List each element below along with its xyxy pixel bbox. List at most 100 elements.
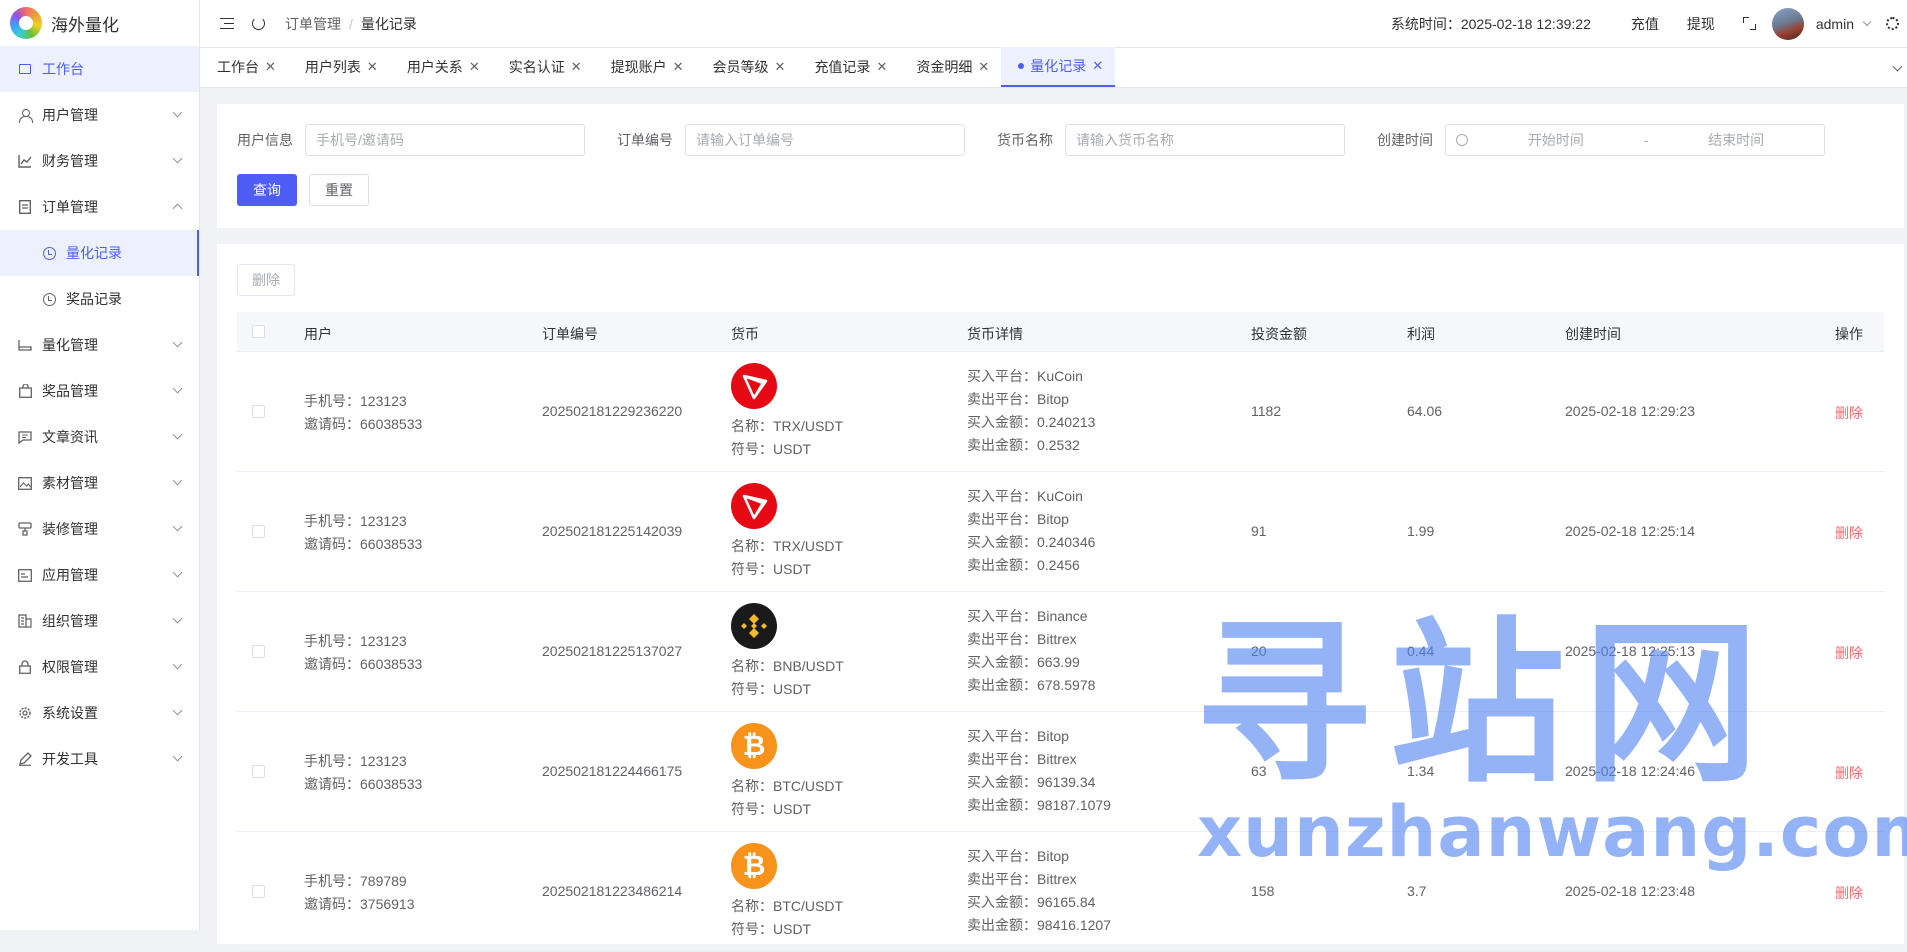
close-icon[interactable]: ✕ xyxy=(367,59,378,75)
bitcoin-icon: ₿ xyxy=(731,723,777,769)
close-icon[interactable]: ✕ xyxy=(265,59,276,75)
end-date-input[interactable]: 结束时间 xyxy=(1648,130,1824,150)
sidebar-item-quant-records[interactable]: 量化记录 xyxy=(0,230,199,276)
delete-link[interactable]: 删除 xyxy=(1835,403,1863,423)
delete-link[interactable]: 删除 xyxy=(1835,763,1863,783)
investment-amount: 63 xyxy=(1251,763,1267,779)
collapse-menu-icon[interactable] xyxy=(220,18,234,29)
sidebar-item-users[interactable]: 用户管理 xyxy=(0,92,199,138)
tab-label: 提现账户 xyxy=(610,59,667,75)
tab-quant-records[interactable]: 量化记录 ✕ xyxy=(1001,47,1116,87)
delete-link[interactable]: 删除 xyxy=(1835,643,1863,663)
close-icon[interactable]: ✕ xyxy=(775,59,786,75)
user-phone: 手机号：789789 xyxy=(304,873,407,889)
sidebar-item-finance[interactable]: 财务管理 xyxy=(0,138,199,184)
buy-platform: 买入平台：Bitop xyxy=(967,728,1069,744)
sidebar-item-prize-records[interactable]: 奖品记录 xyxy=(0,276,199,322)
query-button[interactable]: 查询 xyxy=(237,174,297,206)
row-checkbox[interactable] xyxy=(252,405,265,418)
bitcoin-icon: ₿ xyxy=(731,843,777,889)
close-icon[interactable]: ✕ xyxy=(571,59,582,75)
order-number-input[interactable] xyxy=(685,124,965,156)
chevron-down-icon xyxy=(172,429,183,440)
tabs-bar: 工作台 ✕ 用户列表 ✕ 用户关系 ✕ 实名认证 ✕ 提现账户 ✕ 会员等级 ✕ 充值记录 ✕… xyxy=(200,47,1907,88)
coin-symbol: 符号：USDT xyxy=(731,441,812,457)
coin-name: 名称：BTC/USDT xyxy=(731,898,843,914)
chevron-down-icon[interactable] xyxy=(1862,17,1872,26)
tab-member-levels[interactable]: 会员等级 ✕ xyxy=(696,47,798,87)
row-checkbox[interactable] xyxy=(252,765,265,778)
sidebar-item-prize-management[interactable]: 奖品管理 xyxy=(0,368,199,414)
profit: 3.7 xyxy=(1407,883,1427,899)
avatar[interactable] xyxy=(1771,7,1804,40)
tab-label: 用户关系 xyxy=(406,59,463,75)
row-checkbox[interactable] xyxy=(252,885,265,898)
sidebar-item-permissions[interactable]: 权限管理 xyxy=(0,644,199,690)
tab-dashboard[interactable]: 工作台 ✕ xyxy=(200,47,288,87)
recharge-link[interactable]: 充值 xyxy=(1631,14,1659,34)
app-logo[interactable]: 海外量化 xyxy=(0,0,199,46)
column-header: 用户 xyxy=(304,326,332,342)
user-icon xyxy=(18,108,33,123)
row-checkbox[interactable] xyxy=(252,645,265,658)
fullscreen-icon[interactable] xyxy=(1742,17,1756,30)
delete-link[interactable]: 删除 xyxy=(1835,883,1863,903)
tron-icon xyxy=(731,483,777,529)
close-icon[interactable]: ✕ xyxy=(978,59,989,75)
sidebar-item-quant-management[interactable]: 量化管理 xyxy=(0,322,199,368)
sidebar-item-settings[interactable]: 系统设置 xyxy=(0,690,199,736)
close-icon[interactable]: ✕ xyxy=(469,59,480,75)
sidebar-item-orders[interactable]: 订单管理 xyxy=(0,184,199,230)
delete-link[interactable]: 删除 xyxy=(1835,523,1863,543)
sidebar-item-label: 量化管理 xyxy=(42,337,98,353)
tab-real-name[interactable]: 实名认证 ✕ xyxy=(492,47,594,87)
coin-name: 名称：TRX/USDT xyxy=(731,538,843,554)
sidebar-item-articles[interactable]: 文章资讯 xyxy=(0,414,199,460)
withdraw-link[interactable]: 提现 xyxy=(1687,14,1715,34)
select-all-checkbox[interactable] xyxy=(252,325,265,338)
sidebar-item-organization[interactable]: 组织管理 xyxy=(0,598,199,644)
user-name[interactable]: admin xyxy=(1816,16,1854,32)
created-time: 2025-02-18 12:23:48 xyxy=(1565,883,1695,899)
app-title: 海外量化 xyxy=(51,15,119,35)
user-info-input[interactable] xyxy=(305,124,585,156)
sidebar-item-label: 应用管理 xyxy=(42,567,98,583)
tab-user-relations[interactable]: 用户关系 ✕ xyxy=(390,47,492,87)
sidebar: 海外量化 工作台 用户管理 财务管理 订单管理 量化记录 奖品记录 量化管理 奖… xyxy=(0,0,200,930)
sell-platform: 卖出平台：Bitop xyxy=(967,511,1069,527)
sidebar-item-decoration[interactable]: 装修管理 xyxy=(0,506,199,552)
coin-cell: 名称：BTC/USDT 符号：USDT xyxy=(731,895,843,941)
table-row: 手机号：789789 邀请码：3756913 20250218122348621… xyxy=(237,832,1884,952)
pen-icon xyxy=(18,752,32,766)
profit: 0.44 xyxy=(1407,643,1435,659)
sell-amount: 卖出金额：0.2456 xyxy=(967,557,1080,573)
lock-icon xyxy=(18,660,32,674)
row-checkbox[interactable] xyxy=(252,525,265,538)
sidebar-item-materials[interactable]: 素材管理 xyxy=(0,460,199,506)
sidebar-item-dev-tools[interactable]: 开发工具 xyxy=(0,736,199,782)
article-icon xyxy=(18,430,32,444)
close-icon[interactable]: ✕ xyxy=(876,59,887,75)
date-range-picker[interactable]: 开始时间 - 结束时间 xyxy=(1445,124,1825,156)
user-phone: 手机号：123123 xyxy=(304,633,407,649)
tab-user-list[interactable]: 用户列表 ✕ xyxy=(288,47,390,87)
gear-icon[interactable] xyxy=(1886,17,1899,30)
start-date-input[interactable]: 开始时间 xyxy=(1468,130,1644,150)
breadcrumb-item[interactable]: 订单管理 xyxy=(285,16,341,32)
sidebar-item-dashboard[interactable]: 工作台 xyxy=(0,46,199,92)
chevron-down-icon[interactable] xyxy=(1892,61,1903,72)
chevron-down-icon xyxy=(172,751,183,762)
refresh-icon[interactable] xyxy=(252,17,265,30)
coin-name-input[interactable] xyxy=(1065,124,1345,156)
tab-recharge-records[interactable]: 充值记录 ✕ xyxy=(797,47,899,87)
close-icon[interactable]: ✕ xyxy=(673,59,684,75)
table-row: 手机号：123123 邀请码：66038533 2025021812244661… xyxy=(237,712,1884,832)
tab-withdraw-accounts[interactable]: 提现账户 ✕ xyxy=(594,47,696,87)
bag-icon xyxy=(18,384,32,398)
close-icon[interactable]: ✕ xyxy=(1092,58,1103,74)
batch-delete-button[interactable]: 删除 xyxy=(237,264,295,296)
chevron-down-icon xyxy=(172,475,183,486)
sidebar-item-apps[interactable]: 应用管理 xyxy=(0,552,199,598)
tab-fund-details[interactable]: 资金明细 ✕ xyxy=(899,47,1001,87)
reset-button[interactable]: 重置 xyxy=(309,174,369,206)
